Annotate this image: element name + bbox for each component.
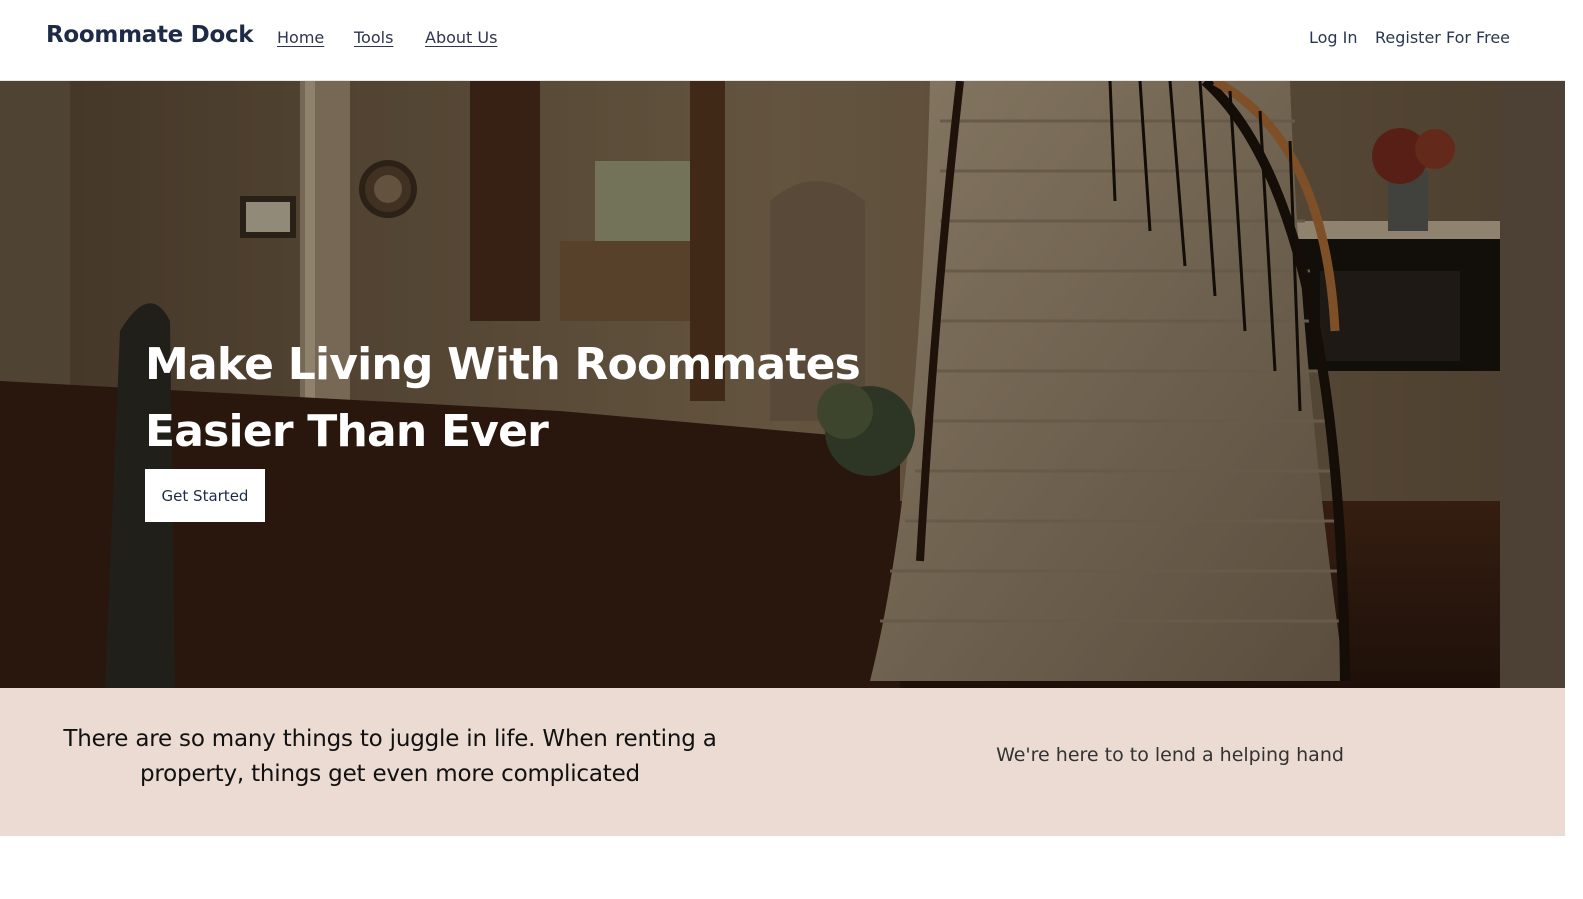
- brand-logo[interactable]: Roommate Dock: [46, 22, 254, 48]
- login-link[interactable]: Log In: [1309, 28, 1358, 47]
- nav-about-link[interactable]: About Us: [425, 28, 497, 47]
- info-band: There are so many things to juggle in li…: [0, 688, 1565, 836]
- get-started-button[interactable]: Get Started: [145, 469, 265, 522]
- site-header: Roommate Dock Home Tools About Us Log In…: [0, 0, 1565, 81]
- nav-tools-link[interactable]: Tools: [354, 28, 393, 47]
- hero-title: Make Living With Roommates Easier Than E…: [145, 339, 861, 457]
- page-scrollbar[interactable]: [1565, 0, 1583, 899]
- band-right-text: We're here to to lend a helping hand: [996, 744, 1344, 766]
- nav-home-link[interactable]: Home: [277, 28, 324, 47]
- band-left-text: There are so many things to juggle in li…: [63, 726, 717, 787]
- hero-section: Make Living With Roommates Easier Than E…: [0, 81, 1565, 688]
- register-link[interactable]: Register For Free: [1375, 28, 1510, 47]
